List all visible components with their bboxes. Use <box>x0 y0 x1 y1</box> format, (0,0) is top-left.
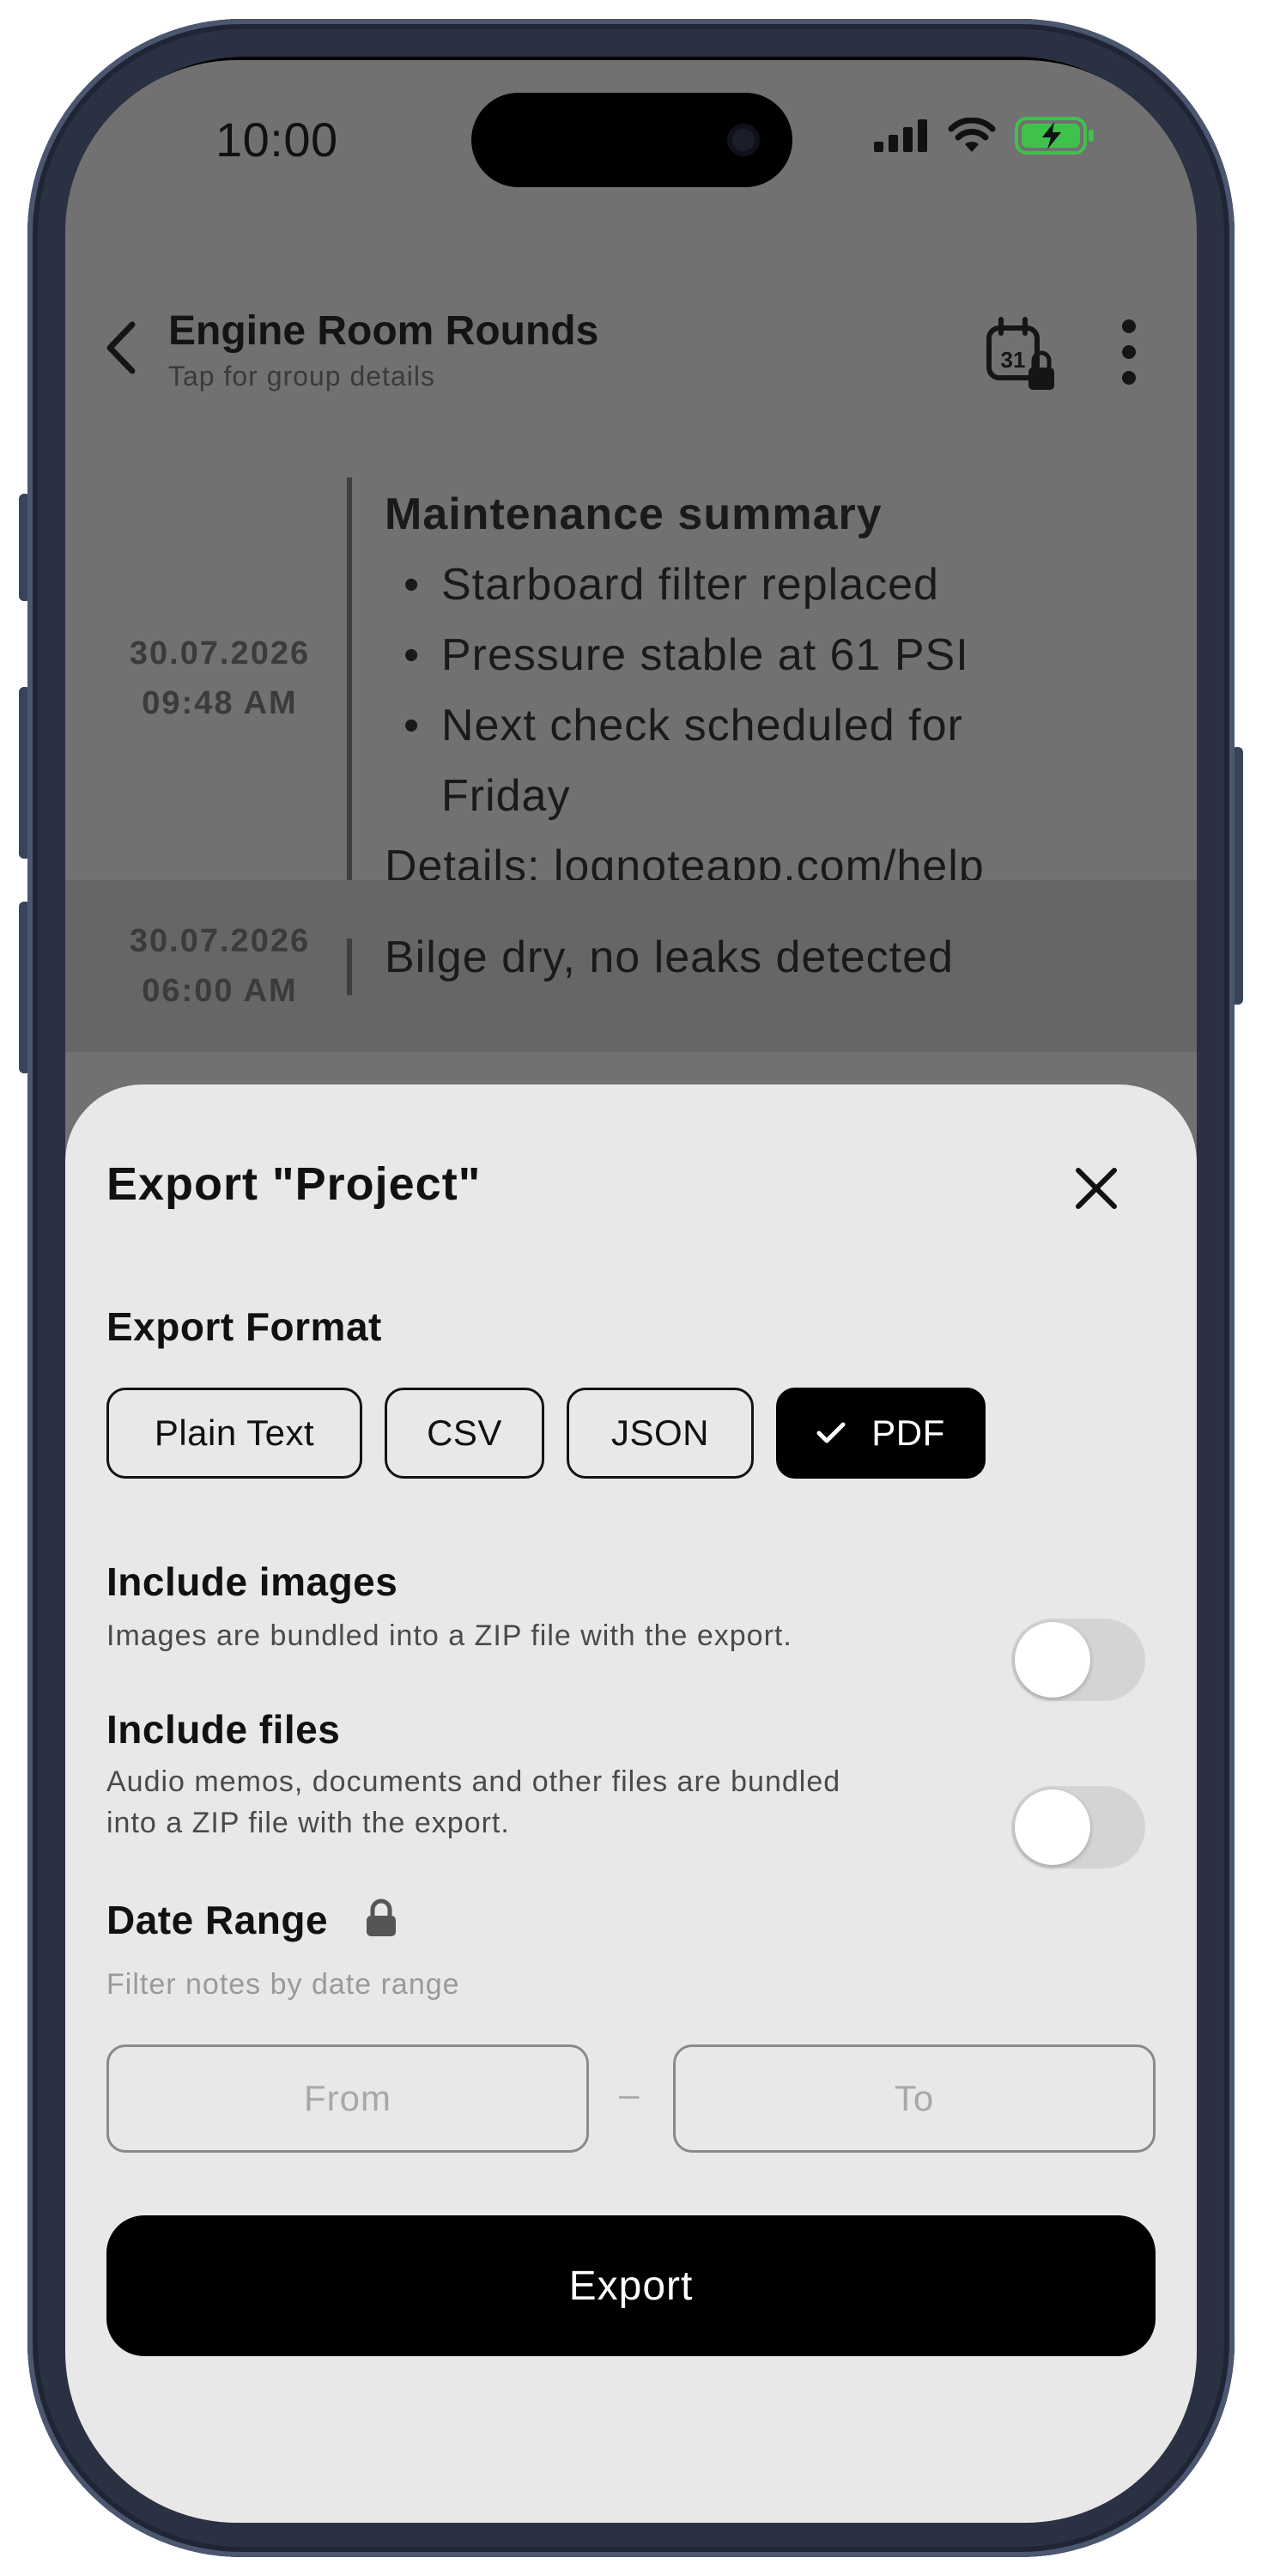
note-date: 30.07.2026 <box>129 923 311 959</box>
close-icon[interactable] <box>1070 1162 1123 1215</box>
note-divider <box>347 939 352 995</box>
chat-header: Engine Room Rounds Tap for group details… <box>65 232 1197 404</box>
export-format-label: Export Format <box>106 1304 382 1349</box>
include-images-label: Include images <box>106 1559 398 1604</box>
include-files-toggle[interactable] <box>1011 1786 1145 1868</box>
note-time: 06:00 AM <box>142 973 298 1009</box>
status-bar: 10:00 <box>65 60 1197 189</box>
date-range-label: Date Range <box>106 1898 329 1942</box>
lock-icon <box>367 1899 396 1936</box>
note-heading: Maintenance summary <box>385 489 883 539</box>
export-button[interactable]: Export <box>106 2215 1156 2356</box>
calendar-lock-icon[interactable]: 31 <box>984 316 1061 395</box>
format-pdf-button[interactable]: PDF <box>776 1388 986 1479</box>
status-icons <box>874 117 1095 155</box>
toggle-knob <box>1015 1789 1090 1865</box>
export-sheet: Export "Project" Export Format Plain Tex… <box>65 1084 1197 2523</box>
note-text: Bilge dry, no leaks detected <box>385 933 954 982</box>
format-options: Plain Text CSV JSON PDF <box>106 1388 986 1479</box>
note-bullet: Next check scheduled forFriday <box>385 690 985 831</box>
back-chevron-icon[interactable] <box>100 318 143 378</box>
note-bullet-list: Starboard filter replaced Pressure stabl… <box>385 550 985 831</box>
note-bullet: Starboard filter replaced <box>385 550 985 620</box>
battery-charging-icon <box>1015 117 1094 155</box>
date-range-description: Filter notes by date range <box>106 1968 460 2001</box>
date-from-field[interactable]: From <box>106 2044 589 2153</box>
sheet-title: Export "Project" <box>106 1158 482 1210</box>
wifi-icon <box>948 118 996 152</box>
calendar-day: 31 <box>1001 347 1026 373</box>
group-subtitle[interactable]: Tap for group details <box>168 361 435 392</box>
date-range-separator: – <box>619 2074 640 2114</box>
screen: 10:00 Engine Room Rounds Tap for group d… <box>65 60 1197 2523</box>
note-item[interactable]: 30.07.2026 06:00 AM Bilge dry, no leaks … <box>65 880 1197 1052</box>
dynamic-island <box>471 93 792 187</box>
status-time: 10:00 <box>215 112 338 167</box>
cellular-signal-icon <box>874 119 927 152</box>
include-files-description: Audio memos, documents and other files a… <box>106 1765 841 1839</box>
format-plain-text-button[interactable]: Plain Text <box>106 1388 362 1479</box>
note-date: 30.07.2026 <box>129 635 311 671</box>
note-bullet: Pressure stable at 61 PSI <box>385 620 985 690</box>
note-item[interactable]: 30.07.2026 09:48 AM Maintenance summary … <box>65 404 1197 953</box>
note-divider <box>347 477 352 883</box>
checkmark-icon <box>816 1422 846 1443</box>
format-json-button[interactable]: JSON <box>567 1388 754 1479</box>
include-files-label: Include files <box>106 1707 341 1752</box>
note-timestamp: 30.07.2026 09:48 AM <box>91 629 349 728</box>
camera-icon <box>727 124 760 156</box>
include-images-toggle[interactable] <box>1011 1619 1145 1701</box>
toggle-knob <box>1015 1622 1090 1698</box>
date-to-field[interactable]: To <box>673 2044 1156 2153</box>
include-images-description: Images are bundled into a ZIP file with … <box>106 1619 792 1652</box>
more-vertical-icon[interactable] <box>1118 318 1140 386</box>
note-content: Maintenance summary Starboard filter rep… <box>385 479 985 902</box>
format-csv-button[interactable]: CSV <box>385 1388 544 1479</box>
note-timestamp: 30.07.2026 06:00 AM <box>91 916 349 1016</box>
group-title[interactable]: Engine Room Rounds <box>168 307 598 355</box>
note-time: 09:48 AM <box>142 685 298 721</box>
